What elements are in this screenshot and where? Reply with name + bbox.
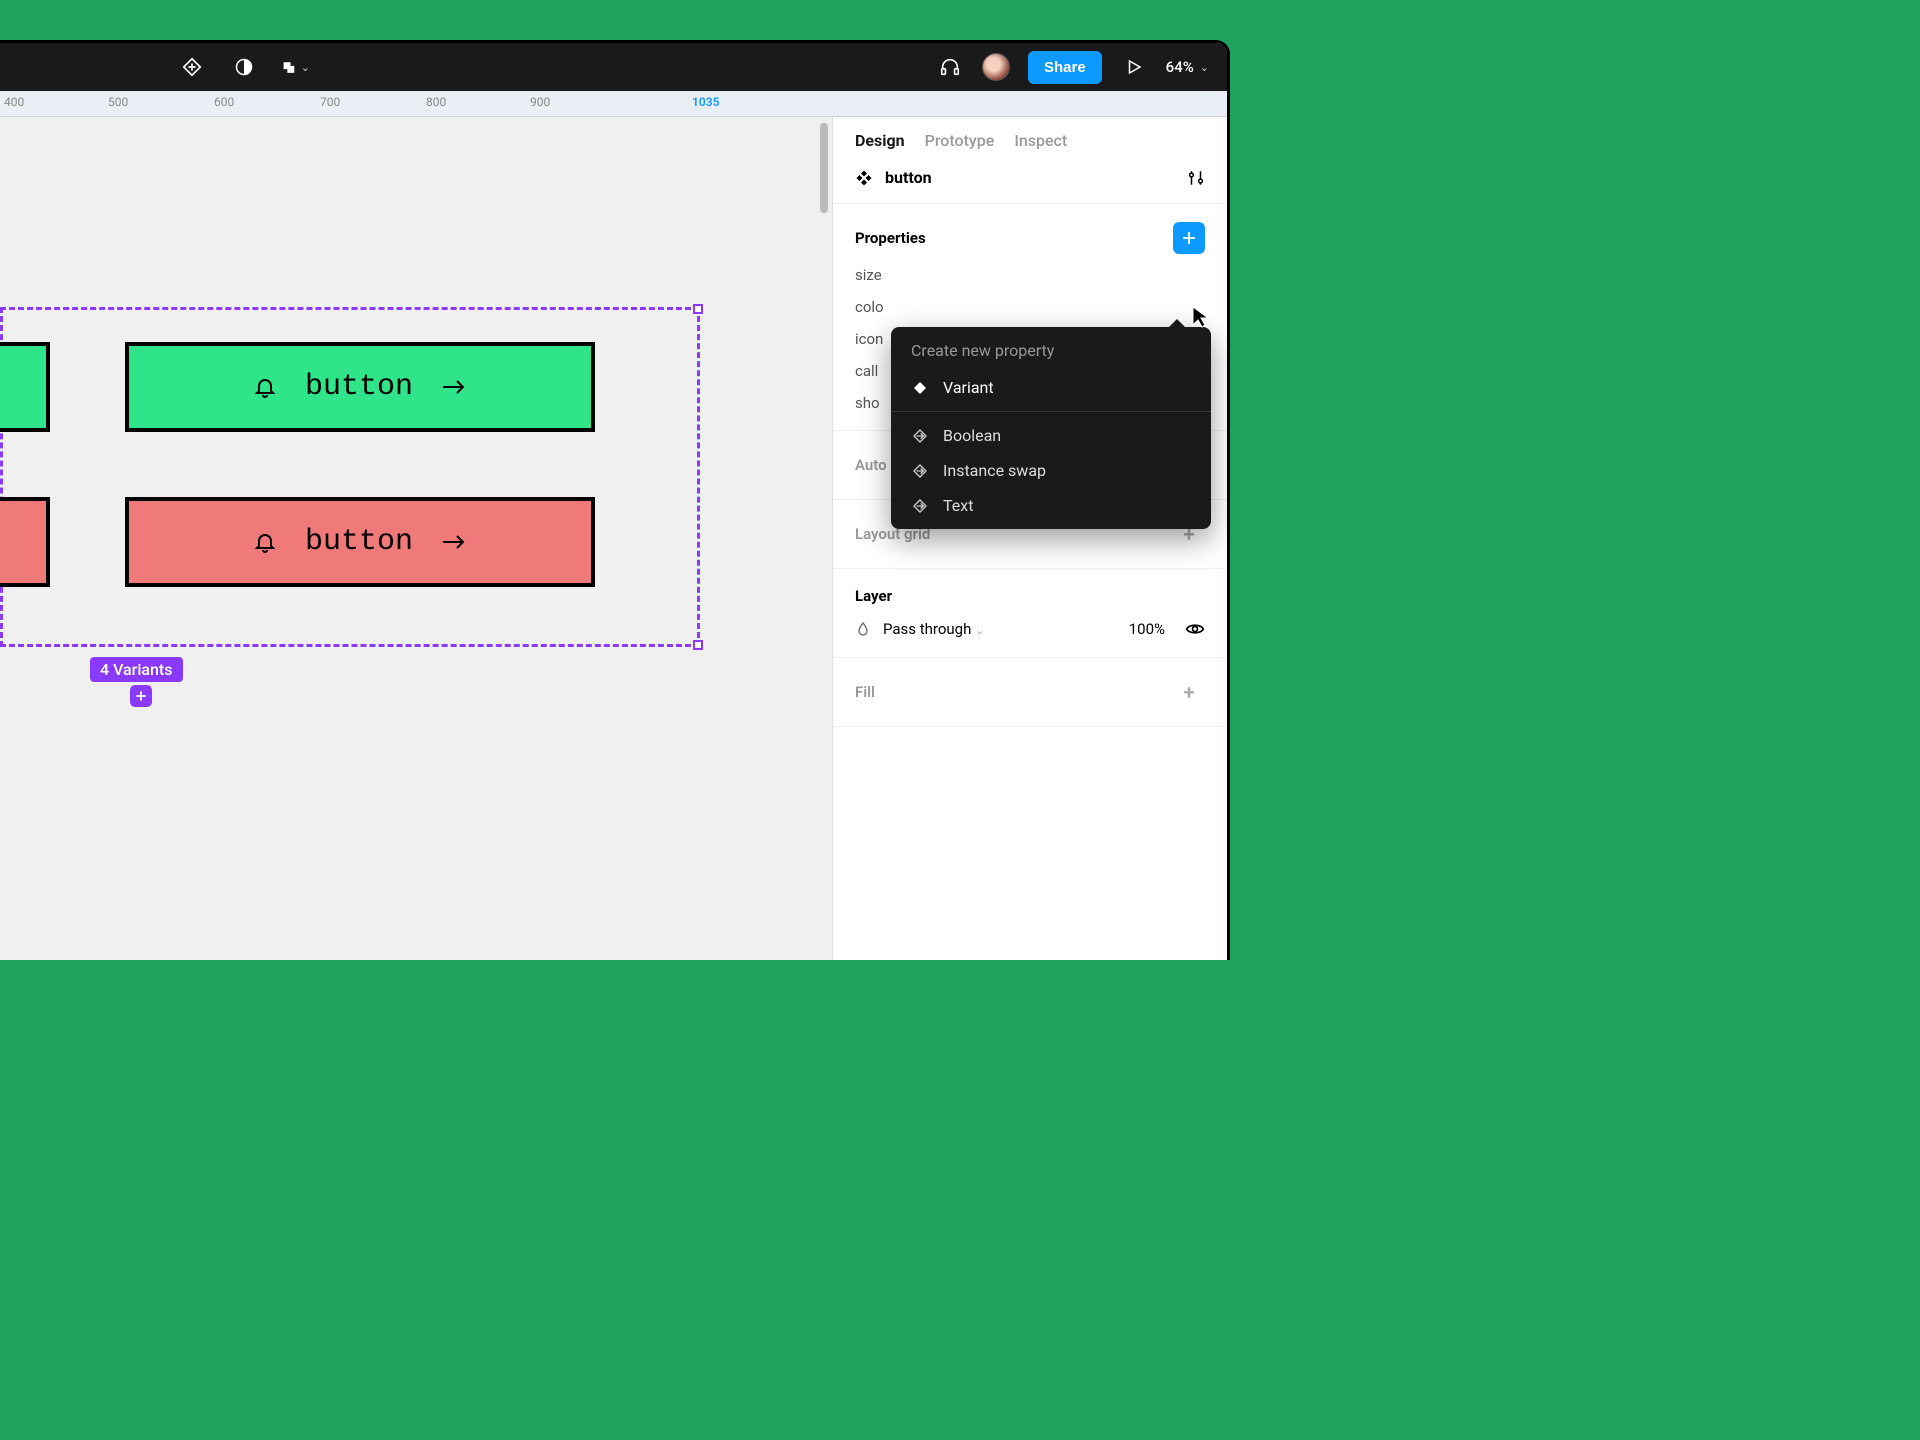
zoom-dropdown[interactable]: 64% ⌄ [1166, 58, 1209, 76]
mask-tool-icon[interactable] [230, 53, 258, 81]
properties-header: Properties [855, 222, 1205, 254]
settings-icon[interactable] [1187, 169, 1205, 187]
add-fill-button[interactable]: + [1173, 676, 1205, 708]
headphones-icon[interactable] [936, 53, 964, 81]
chevron-down-icon: ⌄ [975, 624, 984, 637]
opacity-value[interactable]: 100% [1129, 620, 1165, 638]
toolbar: ⌄ Share 64% ⌄ [0, 43, 1227, 91]
layer-section: Layer Pass through ⌄ 100% [833, 569, 1227, 658]
tab-design[interactable]: Design [855, 131, 905, 150]
fill-section: Fill + [833, 658, 1227, 727]
ruler-tick: 400 [4, 95, 24, 109]
boolean-icon [911, 427, 929, 445]
tab-prototype[interactable]: Prototype [925, 131, 995, 150]
blend-icon [855, 621, 871, 637]
chevron-down-icon: ⌄ [1200, 61, 1209, 74]
toolbar-right: Share 64% ⌄ [936, 51, 1209, 84]
variant-button-green-small[interactable] [0, 342, 50, 432]
popup-item-variant[interactable]: Variant [891, 370, 1211, 412]
variant-button-red[interactable]: button [125, 497, 595, 587]
property-item[interactable]: size [855, 266, 1205, 284]
popup-item-instance-swap[interactable]: Instance swap [891, 453, 1211, 488]
blend-mode-dropdown[interactable]: Pass through ⌄ [883, 620, 1117, 638]
scrollbar-vertical[interactable] [820, 123, 828, 213]
add-variant-button[interactable] [130, 685, 152, 707]
component-tool-icon[interactable] [178, 53, 206, 81]
bell-icon [253, 530, 277, 554]
canvas[interactable]: button button 4 Variants [0, 117, 832, 960]
panel-tabs: Design Prototype Inspect [833, 117, 1227, 160]
variant-button-red-small[interactable] [0, 497, 50, 587]
boolean-tool-icon[interactable]: ⌄ [282, 53, 310, 81]
popup-item-text[interactable]: Text [891, 488, 1211, 523]
fill-header: Fill + [855, 676, 1205, 708]
ruler-tick: 700 [320, 95, 340, 109]
instance-swap-icon [911, 462, 929, 480]
properties-panel: Design Prototype Inspect button Properti… [832, 117, 1227, 960]
workspace: button button 4 Variants De [0, 117, 1227, 960]
ruler[interactable]: 400 500 600 700 800 900 1035 [0, 91, 1227, 117]
avatar[interactable] [982, 53, 1010, 81]
ruler-tick: 500 [108, 95, 128, 109]
arrow-right-icon [441, 377, 467, 397]
popup-item-boolean[interactable]: Boolean [891, 418, 1211, 453]
ruler-tick: 900 [530, 95, 550, 109]
variant-button-green[interactable]: button [125, 342, 595, 432]
ruler-tick: 800 [426, 95, 446, 109]
property-item[interactable]: colo [855, 298, 1205, 316]
create-property-popup: Create new property Variant Boolean [891, 327, 1211, 529]
chevron-down-icon: ⌄ [301, 61, 310, 74]
component-name: button [885, 168, 932, 187]
layer-header: Layer [855, 587, 1205, 605]
button-label: button [305, 370, 413, 404]
eye-icon[interactable] [1185, 619, 1205, 639]
tab-inspect[interactable]: Inspect [1014, 131, 1067, 150]
diamond-icon [911, 379, 929, 397]
add-property-button[interactable] [1173, 222, 1205, 254]
text-prop-icon [911, 497, 929, 515]
selection-handle[interactable] [693, 640, 703, 650]
selection-handle[interactable] [693, 304, 703, 314]
zoom-value: 64% [1166, 58, 1194, 76]
app-window: ⌄ Share 64% ⌄ 400 500 600 700 800 900 10… [0, 40, 1230, 960]
bell-icon [253, 375, 277, 399]
variants-badge: 4 Variants [90, 657, 183, 682]
button-label: button [305, 525, 413, 559]
component-row: button [833, 160, 1227, 204]
play-icon[interactable] [1120, 53, 1148, 81]
toolbar-tools: ⌄ [178, 53, 310, 81]
component-icon [855, 169, 873, 187]
popup-title: Create new property [891, 341, 1211, 370]
share-button[interactable]: Share [1028, 51, 1102, 84]
layer-blend-row: Pass through ⌄ 100% [855, 619, 1205, 639]
ruler-current: 1035 [692, 95, 719, 109]
arrow-right-icon [441, 532, 467, 552]
ruler-tick: 600 [214, 95, 234, 109]
